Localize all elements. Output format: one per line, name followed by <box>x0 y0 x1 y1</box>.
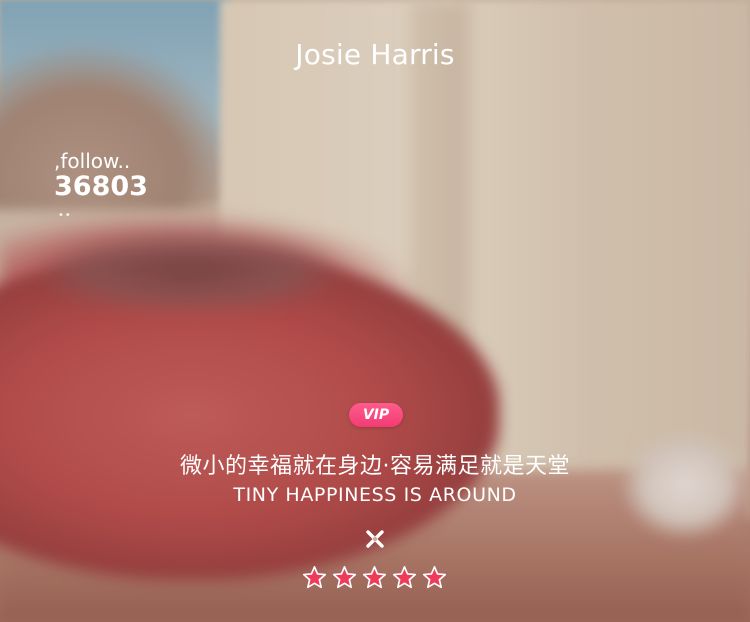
star-icon[interactable] <box>392 565 417 590</box>
follow-counter[interactable]: ,follow.. 36803 •• <box>54 149 148 221</box>
star-icon[interactable] <box>332 565 357 590</box>
star-icon[interactable] <box>302 565 327 590</box>
follow-label: ,follow.. <box>54 149 131 173</box>
quote-chinese: 微小的幸福就在身边·容易满足就是天堂 <box>180 454 570 479</box>
star-icon[interactable] <box>362 565 387 590</box>
vip-badge: VIP <box>349 403 403 427</box>
follow-count: 36803 <box>54 171 148 202</box>
quote-english: TINY HAPPINESS IS AROUND <box>233 484 517 506</box>
rating-stars[interactable] <box>302 565 447 590</box>
pager-dots: •• <box>58 210 72 221</box>
close-button[interactable] <box>364 528 386 550</box>
star-icon[interactable] <box>422 565 447 590</box>
close-x-icon <box>364 528 386 550</box>
profile-name: Josie Harris <box>295 38 455 71</box>
profile-card: Josie Harris ,follow.. 36803 •• VIP 微小的幸… <box>0 0 750 622</box>
